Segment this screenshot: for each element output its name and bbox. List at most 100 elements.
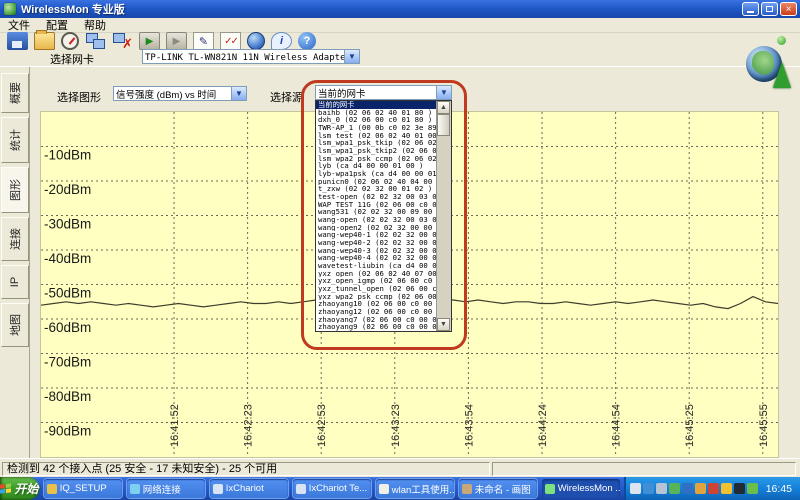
source-option[interactable]: wang-open (02 02 32 00 03 04 ): [316, 216, 437, 224]
source-option[interactable]: wang-wep40-3 (02 02 32 00 09 84 ): [316, 247, 437, 255]
tray-icon-1[interactable]: [630, 483, 641, 494]
stop-logging-icon[interactable]: ▶: [166, 32, 187, 50]
y-axis-tick-label: -60dBm: [44, 320, 91, 335]
source-option[interactable]: yxz_open_igmp (02 06 00 c0 02 80 ): [316, 277, 437, 285]
source-option[interactable]: yxz_open (02 06 02 40 07 00 ): [316, 270, 437, 278]
source-option[interactable]: lsm_test (02 06 02 40 01 00 ): [316, 132, 437, 140]
main-panel: 概要统计图形连接IP地图 选择图形 信号强度 (dBm) vs 时间 ▼ 选择源…: [0, 66, 800, 459]
source-option[interactable]: wang531 (02 02 32 00 09 00 ): [316, 208, 437, 216]
menu-item-2[interactable]: 帮助: [76, 17, 114, 33]
source-option[interactable]: t_zxw (02 02 32 00 01 02 ): [316, 185, 437, 193]
source-option[interactable]: yxz_tunnel_open (02 06 00 c0 02 81: [316, 285, 437, 293]
source-option[interactable]: zhaoyang12 (02 06 00 c0 00 0b ): [316, 308, 437, 316]
tray-icon-9[interactable]: [734, 483, 745, 494]
source-option[interactable]: dxh_0 (02 06 00 c0 01 80 ): [316, 116, 437, 124]
sidebar-tab-6[interactable]: 地图: [1, 303, 29, 347]
adapter-label: 选择网卡: [50, 51, 94, 67]
source-option[interactable]: lyb (ca d4 00 00 01 00 ): [316, 162, 437, 170]
start-button[interactable]: 开始: [0, 477, 39, 500]
disconnect-adapter-icon[interactable]: ✗: [112, 32, 133, 50]
source-option[interactable]: baihb (02 06 02 40 01 80 ): [316, 109, 437, 117]
rate-gauge-icon[interactable]: [61, 32, 79, 50]
chevron-down-icon[interactable]: ▼: [231, 87, 246, 100]
taskbar-task-4[interactable]: IxChariot Te...: [293, 479, 371, 498]
chevron-down-icon[interactable]: ▼: [344, 50, 359, 63]
save-icon[interactable]: [7, 32, 28, 50]
tray-icon-10[interactable]: [747, 483, 758, 494]
source-combobox[interactable]: 当前的网卡 ▼: [315, 85, 452, 100]
source-option[interactable]: lsm_wpa1_psk_tkip (02 06 02 40 01 0: [316, 139, 437, 147]
source-option[interactable]: lsm_wpa1_psk_tkip2 (02 06 02 40 01: [316, 147, 437, 155]
tray-icon-2[interactable]: [643, 483, 654, 494]
tray-icon-4[interactable]: [669, 483, 680, 494]
taskbar: 开始 IQ_SETUP 网络连接 IxChariot IxChariot Te... w…: [0, 477, 800, 500]
graph-combobox[interactable]: 信号强度 (dBm) vs 时间 ▼: [113, 86, 247, 101]
start-logging-icon[interactable]: ▶: [139, 32, 160, 50]
scroll-down-icon[interactable]: ▼: [437, 318, 450, 331]
sidebar-tab-2[interactable]: 统计: [1, 117, 29, 163]
close-button[interactable]: ×: [780, 2, 797, 16]
source-option[interactable]: 当前的网卡: [316, 101, 437, 109]
adapter-combobox[interactable]: TP-LINK TL-WN821N 11N Wireless Adapter -…: [142, 49, 360, 64]
tray-icon-8[interactable]: [721, 483, 732, 494]
chevron-down-icon[interactable]: ▼: [436, 86, 451, 99]
source-option[interactable]: wang-open2 (02 02 32 00 00 00 ): [316, 224, 437, 232]
sidebar-tab-3[interactable]: 图形: [1, 167, 29, 213]
menu-item-0[interactable]: 文件: [0, 17, 38, 33]
checklist-icon[interactable]: ✓✓: [220, 32, 241, 50]
taskbar-task-2[interactable]: 网络连接: [127, 479, 205, 498]
restore-icon: [766, 6, 773, 12]
checklist-icon: ✓✓: [224, 36, 237, 47]
source-option[interactable]: TWR-AP_1 (00 0b c0 02 3e 89 ): [316, 124, 437, 132]
taskbar-task-7[interactable]: WirelessMon ...: [542, 479, 620, 498]
taskbar-task-3[interactable]: IxChariot: [210, 479, 288, 498]
source-option[interactable]: zhaoyang9 (02 06 00 c0 00 08 ): [316, 323, 437, 331]
wirelessmon-window: WirelessMon 专业版 × 文件配置帮助 ✗▶▶✎✓✓i? 选择网卡 T…: [0, 0, 800, 500]
source-option[interactable]: WAP_TEST_11G (02 06 00 c0 01 86 ): [316, 201, 437, 209]
gps-web-icon[interactable]: [247, 32, 265, 50]
tray-icon-6[interactable]: [695, 483, 706, 494]
source-option[interactable]: wang-wep40-2 (02 02 32 00 09 83 ): [316, 239, 437, 247]
sidebar-tab-4[interactable]: 连接: [1, 217, 29, 261]
edit-config-icon[interactable]: ✎: [193, 32, 214, 50]
taskbar-task-1[interactable]: IQ_SETUP: [44, 479, 122, 498]
network-computers-icon[interactable]: [85, 32, 106, 50]
tray-icon-5[interactable]: [682, 483, 693, 494]
sidebar-tab-label: 图形: [7, 179, 23, 201]
y-axis-tick-label: -20dBm: [44, 182, 91, 197]
source-option[interactable]: wavetest-liubin (ca d4 00 00 32 00: [316, 262, 437, 270]
taskbar-task-5[interactable]: wlan工具使用...: [376, 479, 454, 498]
sidebar-tab-1[interactable]: 概要: [1, 73, 29, 113]
task-label: 未命名 - 画图: [475, 482, 531, 496]
scrollbar-thumb[interactable]: [437, 114, 450, 136]
source-option[interactable]: zhaoyang7 (02 06 00 c0 00 06 ): [316, 316, 437, 324]
source-option[interactable]: yxz_wpa2_psk_ccmp (02 06 00 c0 02 8: [316, 293, 437, 301]
sidebar-tab-5[interactable]: IP: [1, 265, 29, 299]
minimize-button[interactable]: [742, 2, 759, 16]
x-axis-tick-label: 16:43:23: [390, 404, 402, 447]
antenna-knob: [777, 36, 786, 45]
source-option[interactable]: wang-wep40-4 (02 02 32 00 09 85 ): [316, 254, 437, 262]
source-option[interactable]: lsm_wpa2_psk_ccmp (02 06 02 40 01 0: [316, 155, 437, 163]
source-option[interactable]: zhaoyang10 (02 06 00 c0 00 09 ): [316, 300, 437, 308]
sidebar-tabstrip: 概要统计图形连接 IP 地图: [0, 67, 30, 459]
graph-select-label: 选择图形: [57, 89, 101, 105]
help-icon[interactable]: ?: [298, 32, 316, 50]
restore-button[interactable]: [761, 2, 778, 16]
dropdown-scrollbar[interactable]: ▲ ▼: [436, 101, 451, 331]
x-axis-tick-label: 16:44:24: [537, 404, 549, 447]
tray-icon-7[interactable]: [708, 483, 719, 494]
help-icon: ?: [304, 35, 311, 47]
y-axis-tick-label: -30dBm: [44, 217, 91, 232]
scroll-up-icon[interactable]: ▲: [437, 101, 450, 114]
open-folder-icon[interactable]: [34, 32, 55, 50]
source-option[interactable]: lyb-wpa1psk (ca d4 00 00 01 01 ): [316, 170, 437, 178]
taskbar-task-6[interactable]: 未命名 - 画图: [459, 479, 537, 498]
tray-icon-3[interactable]: [656, 483, 667, 494]
tray-icons: [630, 483, 760, 494]
source-option[interactable]: test-open (02 02 32 00 03 00 ): [316, 193, 437, 201]
source-option[interactable]: punicn0 (02 06 02 40 04 00 ): [316, 178, 437, 186]
source-option[interactable]: wang-wep40-1 (02 02 32 00 09 82 ): [316, 231, 437, 239]
info-icon[interactable]: i: [271, 32, 292, 50]
task-icon: [296, 484, 306, 494]
